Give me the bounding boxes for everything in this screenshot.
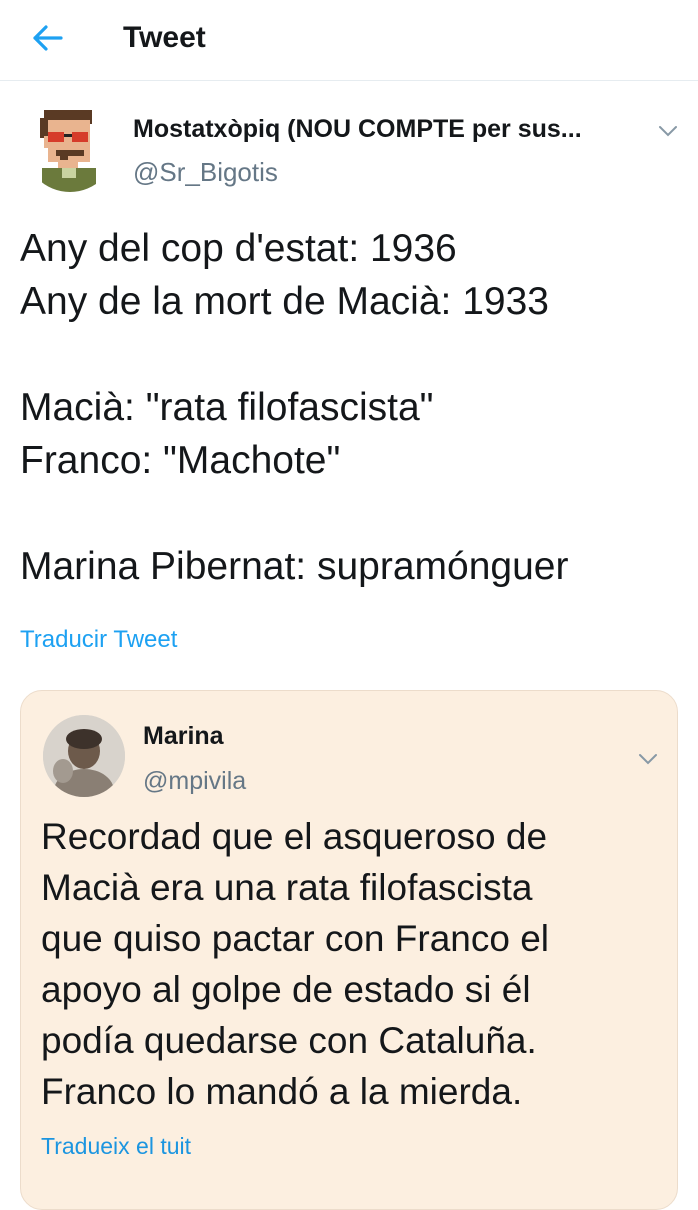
tweet-menu-button[interactable] (653, 117, 683, 145)
chevron-down-icon (639, 754, 657, 765)
quoted-tweet-text-line: apoyo al golpe de estado si él (41, 969, 531, 1010)
tweet-text-line (20, 328, 680, 381)
quoted-author-name[interactable]: Marina (143, 719, 224, 753)
author-handle[interactable]: @Sr_Bigotis (133, 155, 278, 189)
pixel-avatar-icon (24, 100, 116, 192)
quoted-author-handle[interactable]: @mpivila (143, 764, 246, 798)
author-avatar[interactable] (24, 100, 116, 192)
quoted-tweet-text: Recordad que el asqueroso de Macià era u… (41, 811, 666, 1117)
page-title: Tweet (123, 21, 206, 54)
quoted-tweet-card[interactable]: Marina @mpivila Recordad que el asqueros… (20, 690, 678, 1210)
quoted-tweet-text-line: Macià era una rata filofascista (41, 867, 533, 908)
tweet-text-line: Any de la mort de Macià: 1933 (20, 280, 549, 323)
quoted-tweet-text-line: que quiso pactar con Franco el (41, 918, 550, 959)
chevron-down-icon (659, 126, 677, 137)
back-button[interactable] (26, 18, 70, 58)
tweet-text-line: Franco: "Machote" (20, 439, 341, 482)
quoted-tweet-text-line: Recordad que el asqueroso de (41, 816, 548, 857)
tweet-text-line: Any del cop d'estat: 1936 (20, 227, 457, 270)
tweet-text-line (20, 487, 680, 540)
author-name[interactable]: Mostatxòpiq (NOU COMPTE per sus... (133, 112, 643, 146)
quoted-tweet-text-line: podía quedarse con Cataluña. (41, 1020, 537, 1061)
tweet-text-line: Marina Pibernat: supramónguer (20, 545, 569, 588)
top-bar: Tweet (0, 0, 698, 81)
quoted-author-avatar[interactable] (43, 715, 125, 797)
translate-tweet-link[interactable]: Traducir Tweet (20, 623, 177, 657)
quoted-tweet-menu-button[interactable] (633, 745, 663, 773)
tweet-text: Any del cop d'estat: 1936 Any de la mort… (20, 222, 680, 593)
tweet-text-line: Macià: "rata filofascista" (20, 386, 434, 429)
photo-avatar-icon (43, 715, 125, 797)
translate-quoted-tweet-link[interactable]: Tradueix el tuit (41, 1131, 191, 1161)
arrow-left-icon (33, 25, 63, 51)
quoted-tweet-text-line: Franco lo mandó a la mierda. (41, 1071, 523, 1112)
